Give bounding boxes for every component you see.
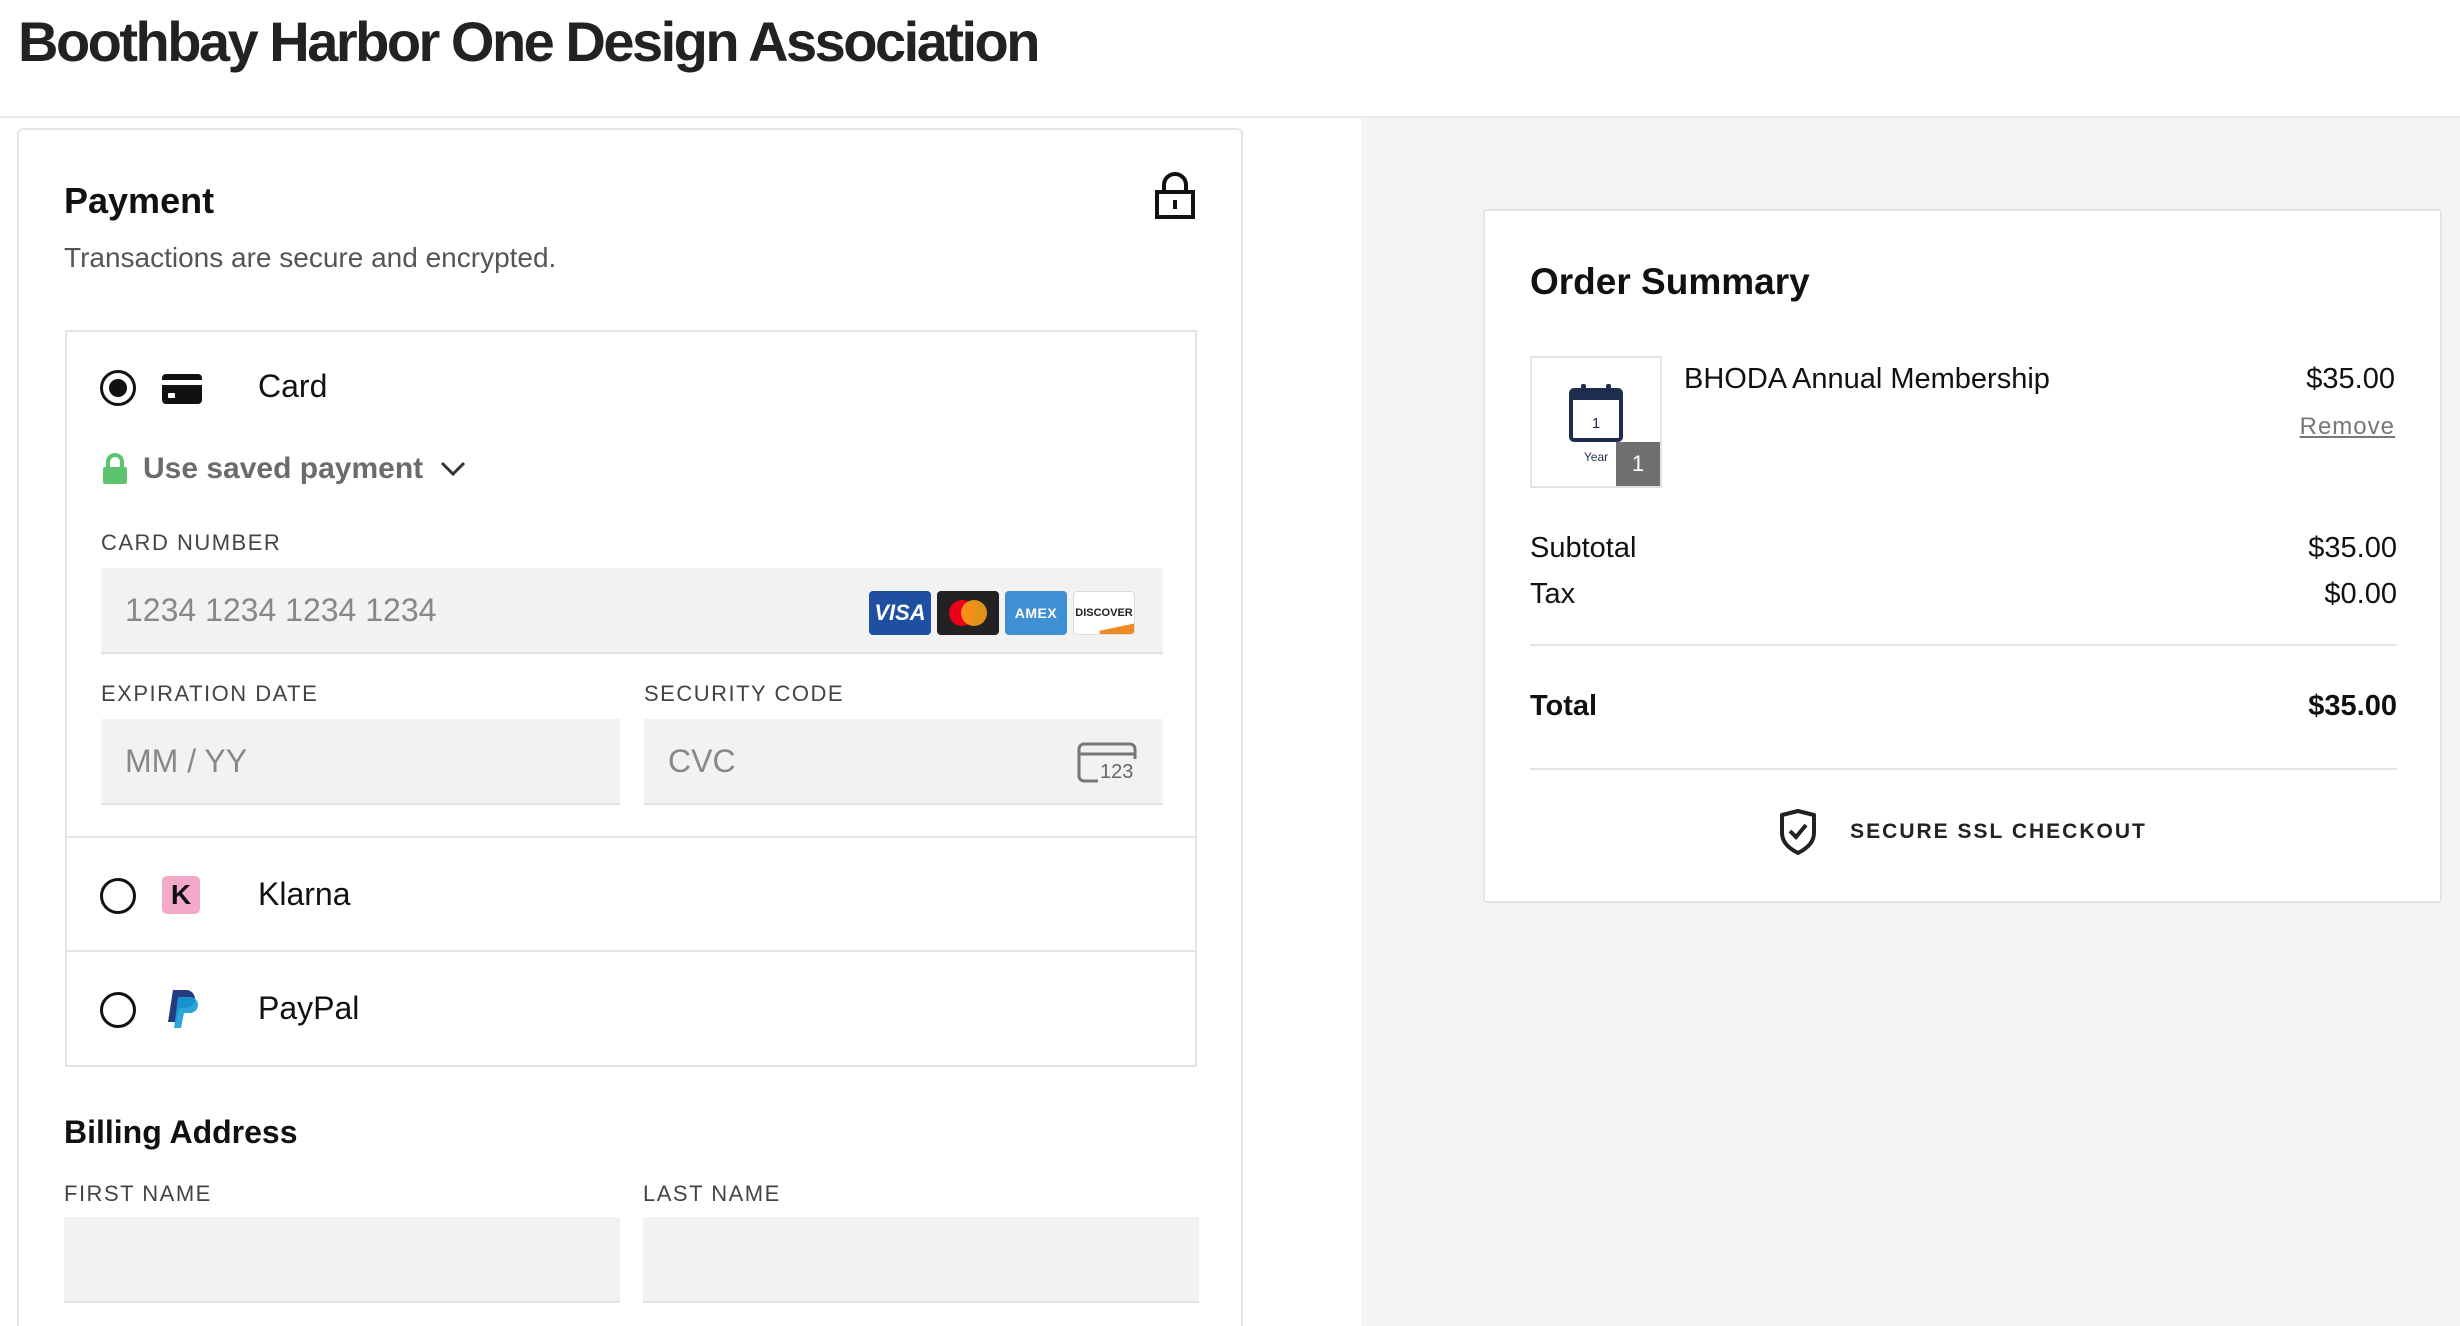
credit-card-icon [162, 374, 202, 404]
mastercard-logo-icon [937, 591, 999, 635]
last-name-input[interactable] [643, 1217, 1199, 1303]
security-code-label: SECURITY CODE [644, 681, 845, 706]
summary-divider-bottom [1530, 768, 2397, 770]
green-lock-icon [103, 453, 127, 484]
saved-payment-label: Use saved payment [143, 452, 424, 485]
amex-logo-icon: AMEX [1005, 591, 1067, 635]
payment-heading: Payment [64, 180, 215, 221]
payment-method-card: Card Use saved payment CARD NUMBER VISA [67, 332, 1195, 838]
payment-method-klarna[interactable]: K Klarna [67, 838, 1195, 952]
klarna-method-label[interactable]: Klarna [258, 876, 351, 913]
subtotal-row: Subtotal $35.00 [1530, 532, 2397, 565]
first-name-input[interactable] [64, 1217, 620, 1303]
paypal-radio[interactable] [100, 992, 136, 1028]
site-header: Boothbay Harbor One Design Association [0, 0, 2460, 118]
site-title[interactable]: Boothbay Harbor One Design Association [18, 6, 1040, 78]
secure-checkout-badge: SECURE SSL CHECKOUT [1485, 809, 2440, 855]
tax-label: Tax [1530, 578, 1576, 610]
tax-row: Tax $0.00 [1530, 578, 2397, 611]
use-saved-payment-toggle[interactable]: Use saved payment [101, 452, 467, 486]
subtotal-value: $35.00 [2308, 532, 2397, 564]
first-name-label: FIRST NAME [64, 1181, 212, 1206]
order-summary: Order Summary 1 Year 1 BHODA Annual Memb… [1483, 209, 2442, 903]
payment-subtitle: Transactions are secure and encrypted. [64, 242, 557, 273]
card-method-label[interactable]: Card [258, 368, 327, 405]
order-summary-heading: Order Summary [1530, 261, 1810, 302]
card-radio[interactable] [100, 370, 136, 406]
product-thumbnail: 1 Year 1 [1530, 356, 1662, 488]
remove-item-link[interactable]: Remove [2300, 413, 2395, 441]
cvc-card-icon: 123 [1076, 741, 1138, 785]
total-row: Total $35.00 [1530, 690, 2397, 723]
payment-method-paypal[interactable]: PayPal [67, 952, 1195, 1065]
calendar-icon [1569, 384, 1623, 442]
card-number-input[interactable] [101, 568, 1163, 654]
payment-section: Payment Transactions are secure and encr… [17, 128, 1243, 1326]
total-label: Total [1530, 690, 1598, 722]
chevron-down-icon [441, 461, 466, 477]
quantity-badge: 1 [1616, 442, 1660, 486]
shield-check-icon [1780, 809, 1817, 855]
last-name-label: LAST NAME [643, 1181, 781, 1206]
item-price: $35.00 [2306, 363, 2395, 395]
item-name: BHODA Annual Membership [1684, 363, 2050, 395]
expiration-label: EXPIRATION DATE [101, 681, 319, 706]
expiration-input[interactable] [101, 719, 620, 805]
summary-divider [1530, 644, 2397, 646]
secure-checkout-label: SECURE SSL CHECKOUT [1850, 820, 2147, 843]
card-number-label: CARD NUMBER [101, 530, 282, 555]
discover-logo-icon: DISCOVER [1073, 591, 1135, 635]
lock-icon [1155, 172, 1195, 219]
klarna-logo-icon: K [162, 876, 200, 914]
paypal-logo-icon [168, 990, 198, 1028]
calendar-day: 1 [1591, 415, 1601, 432]
subtotal-label: Subtotal [1530, 532, 1637, 564]
billing-address-heading: Billing Address [64, 1114, 298, 1150]
klarna-radio[interactable] [100, 878, 136, 914]
visa-logo-icon: VISA [869, 591, 931, 635]
total-value: $35.00 [2308, 690, 2397, 722]
paypal-method-label[interactable]: PayPal [258, 990, 359, 1027]
tax-value: $0.00 [2324, 578, 2397, 610]
payment-methods: Card Use saved payment CARD NUMBER VISA [65, 330, 1197, 1067]
